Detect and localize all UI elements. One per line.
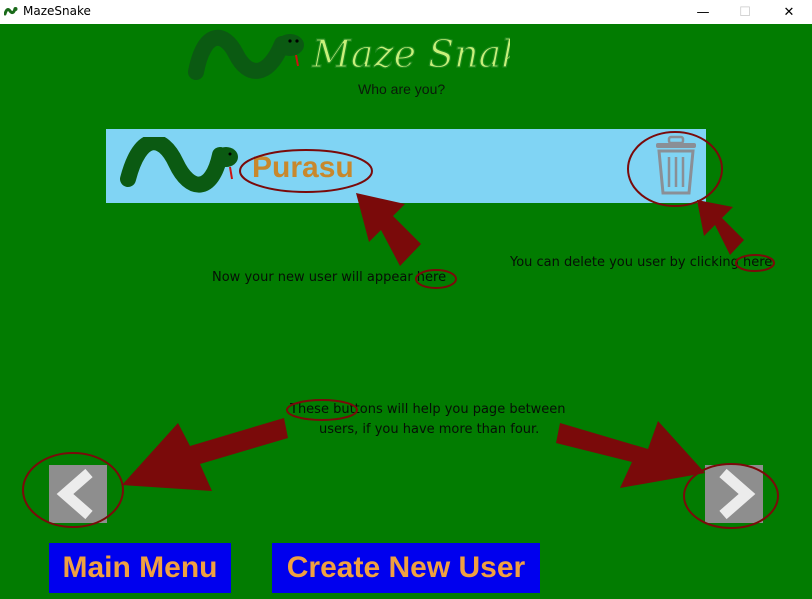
next-page-button[interactable] (705, 465, 763, 523)
paging-note-line1: These buttons will help you page between (290, 402, 566, 417)
user-card[interactable]: Purasu (106, 129, 706, 203)
user-avatar-snake-icon (120, 137, 238, 193)
title-bar: MazeSnake — ☐ ✕ (0, 0, 812, 24)
new-user-note: Now your new user will appear here (212, 270, 447, 285)
arrow-to-trash (697, 200, 744, 255)
window-title: MazeSnake (23, 4, 91, 18)
maximize-button[interactable]: ☐ (722, 0, 768, 24)
game-area: Maze Snake Who are you? Purasu Now your … (0, 24, 812, 599)
delete-user-note: You can delete you user by clicking here (510, 255, 773, 270)
subtitle: Who are you? (358, 81, 446, 97)
close-button[interactable]: ✕ (766, 0, 812, 24)
snake-app-icon (4, 7, 18, 16)
previous-page-button[interactable] (49, 465, 107, 523)
arrow-to-username (356, 193, 421, 266)
create-new-user-button[interactable]: Create New User (272, 543, 540, 593)
user-name: Purasu (252, 151, 354, 184)
game-logo: Maze Snake (310, 31, 510, 76)
paging-note-line2: users, if you have more than four. (319, 422, 540, 437)
trash-icon[interactable] (652, 135, 700, 197)
chevron-right-icon (719, 468, 756, 520)
tutorial-annotations (22, 131, 779, 529)
chevron-left-icon (56, 468, 93, 520)
arrow-to-prev-button (122, 418, 288, 491)
minimize-button[interactable]: — (680, 0, 726, 24)
arrow-to-next-button (556, 421, 705, 488)
main-menu-button[interactable]: Main Menu (49, 543, 231, 593)
logo-snake-icon (188, 29, 304, 80)
logo-text: Maze Snake (311, 32, 510, 76)
